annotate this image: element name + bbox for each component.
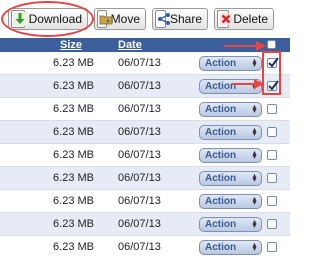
table-row: 6.23 MB 06/07/13 Action ▴▾ — [0, 121, 290, 144]
row-checkbox[interactable] — [267, 196, 277, 206]
move-button[interactable]: Move — [94, 8, 146, 30]
row-checkbox[interactable] — [267, 127, 277, 137]
file-size: 6.23 MB — [53, 57, 94, 69]
file-size: 6.23 MB — [53, 80, 94, 92]
file-date: 06/07/13 — [118, 195, 161, 207]
checked-row-annotation-arrow — [232, 79, 264, 89]
date-column-header[interactable]: Date — [118, 38, 168, 52]
action-select-label: Action — [205, 104, 237, 115]
file-date: 06/07/13 — [118, 103, 161, 115]
file-size: 6.23 MB — [53, 149, 94, 161]
share-label: Share — [169, 12, 202, 26]
delete-label: Delete — [233, 12, 268, 26]
select-arrows-icon: ▴▾ — [252, 125, 257, 138]
action-select[interactable]: Action ▴▾ — [199, 102, 262, 117]
folder-move-icon — [97, 10, 113, 28]
action-select-label: Action — [205, 242, 237, 253]
file-date: 06/07/13 — [118, 149, 161, 161]
table-row: 6.23 MB 06/07/13 Action ▴▾ — [0, 167, 290, 190]
action-select[interactable]: Action ▴▾ — [199, 171, 262, 186]
file-size: 6.23 MB — [53, 103, 94, 115]
row-checkbox[interactable] — [267, 173, 277, 183]
action-select[interactable]: Action ▴▾ — [199, 56, 262, 71]
delete-icon — [217, 10, 232, 28]
table-row: 6.23 MB 06/07/13 Action ▴▾ — [0, 52, 290, 75]
select-all-annotation-arrow — [224, 41, 266, 51]
table-row: 6.23 MB 06/07/13 Action ▴▾ — [0, 98, 290, 121]
table-row: 6.23 MB 06/07/13 Action ▴▾ — [0, 144, 290, 167]
select-arrows-icon: ▴▾ — [252, 171, 257, 184]
delete-button[interactable]: Delete — [214, 8, 274, 30]
file-date: 06/07/13 — [118, 80, 161, 92]
action-select-label: Action — [205, 196, 237, 207]
select-arrows-icon: ▴▾ — [252, 56, 257, 69]
action-select[interactable]: Action ▴▾ — [199, 194, 262, 209]
file-date: 06/07/13 — [118, 218, 161, 230]
table-row: 6.23 MB 06/07/13 Action ▴▾ — [0, 213, 290, 236]
row-checkbox[interactable] — [267, 104, 277, 114]
size-column-header[interactable]: Size — [60, 38, 120, 52]
action-select-label: Action — [205, 173, 237, 184]
select-arrows-icon: ▴▾ — [252, 102, 257, 115]
file-size: 6.23 MB — [53, 241, 94, 253]
action-select[interactable]: Action ▴▾ — [199, 148, 262, 163]
select-arrows-icon: ▴▾ — [252, 148, 257, 161]
select-arrows-icon: ▴▾ — [252, 240, 257, 253]
action-select-label: Action — [205, 58, 237, 69]
table-row: 6.23 MB 06/07/13 Action ▴▾ — [0, 236, 290, 259]
file-size: 6.23 MB — [53, 218, 94, 230]
file-date: 06/07/13 — [118, 126, 161, 138]
file-date: 06/07/13 — [118, 172, 161, 184]
share-icon — [155, 10, 170, 28]
move-label: Move — [110, 12, 140, 26]
action-select[interactable]: Action ▴▾ — [199, 217, 262, 232]
file-size: 6.23 MB — [53, 126, 94, 138]
row-checkbox[interactable] — [267, 242, 277, 252]
select-arrows-icon: ▴▾ — [252, 217, 257, 230]
row-checkbox[interactable] — [267, 150, 277, 160]
file-size: 6.23 MB — [53, 195, 94, 207]
select-all-checkbox[interactable] — [267, 40, 276, 49]
download-highlight-circle — [1, 1, 94, 37]
action-select[interactable]: Action ▴▾ — [199, 125, 262, 140]
action-select-label: Action — [205, 219, 237, 230]
file-date: 06/07/13 — [118, 57, 161, 69]
row-checkbox[interactable] — [267, 219, 277, 229]
file-date: 06/07/13 — [118, 241, 161, 253]
action-select-label: Action — [205, 150, 237, 161]
table-row: 6.23 MB 06/07/13 Action ▴▾ — [0, 190, 290, 213]
share-button[interactable]: Share — [152, 8, 208, 30]
file-size: 6.23 MB — [53, 172, 94, 184]
action-select[interactable]: Action ▴▾ — [199, 240, 262, 255]
toolbar: Download Move Share Delete — [0, 0, 300, 37]
action-select-label: Action — [205, 127, 237, 138]
select-arrows-icon: ▴▾ — [252, 194, 257, 207]
